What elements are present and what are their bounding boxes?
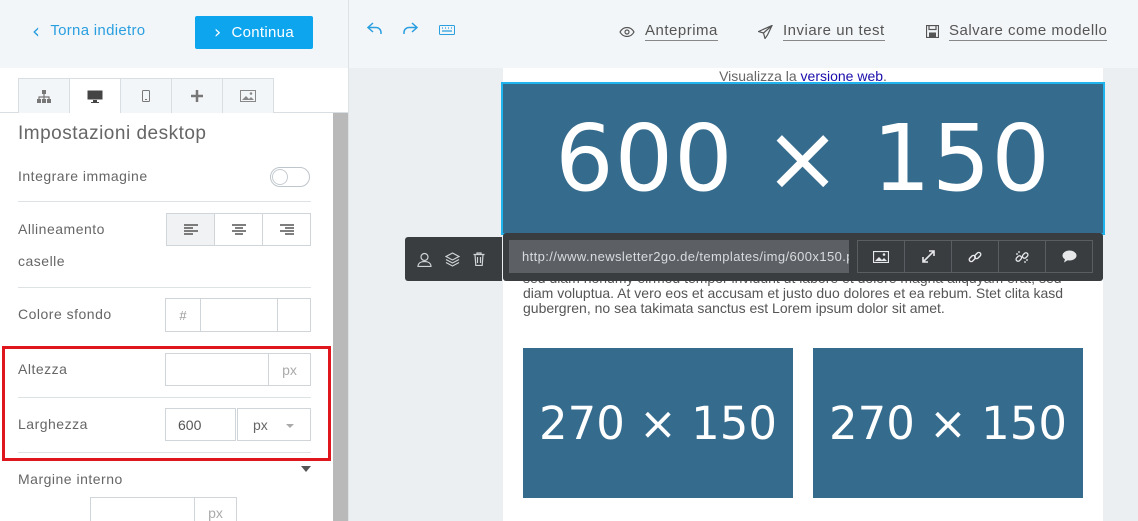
alignment-label: Allineamento (18, 221, 105, 237)
delete-button[interactable] (473, 252, 485, 266)
layers-button[interactable] (445, 251, 460, 267)
email-body: Visualizza la versione web. 600 × 150 se… (501, 68, 1105, 521)
alignment-label-second-line: caselle (18, 253, 66, 269)
resize-button[interactable] (904, 240, 952, 273)
plus-icon (191, 90, 203, 102)
preview-label: Anteprima (645, 22, 718, 41)
chevron-left-icon: ‹ (32, 18, 41, 43)
height-field-group: px (165, 353, 311, 386)
back-label: Torna indietro (50, 22, 146, 39)
padding-field-group: px (90, 497, 237, 521)
integrate-image-label: Integrare immagine (18, 168, 148, 184)
unlink-button[interactable] (998, 240, 1046, 273)
preview-button[interactable]: Anteprima (619, 22, 718, 41)
structure-icon (37, 89, 51, 103)
send-test-button[interactable]: Inviare un test (758, 22, 885, 41)
trash-icon (473, 252, 485, 266)
chevron-right-icon: › (214, 22, 222, 43)
width-unit-select[interactable]: px (237, 408, 311, 441)
width-label: Larghezza (18, 416, 88, 432)
alignment-button-group (166, 213, 311, 246)
image-url-field[interactable]: http://www.newsletter2go.de/templates/im… (509, 240, 849, 273)
mobile-icon (142, 90, 150, 102)
width-unit-value: px (253, 416, 268, 433)
panel-title: Impostazioni desktop (18, 123, 207, 144)
comment-icon (1062, 250, 1076, 263)
hash-prefix: # (166, 299, 201, 331)
continue-label: Continua (231, 24, 294, 41)
save-template-label: Salvare come modello (949, 22, 1108, 41)
divider (18, 397, 311, 398)
undo-button[interactable] (367, 22, 383, 35)
image-toolbar: http://www.newsletter2go.de/templates/im… (503, 233, 1103, 281)
bg-color-input[interactable] (201, 299, 278, 331)
desktop-settings-panel: Impostazioni desktop Integrare immagine … (0, 113, 333, 521)
width-input[interactable] (165, 408, 236, 441)
paper-plane-icon (758, 24, 773, 39)
floppy-disk-icon (926, 25, 939, 38)
settings-tabs (0, 68, 348, 114)
keyboard-icon (439, 25, 455, 35)
hero-image-placeholder[interactable]: 600 × 150 (501, 82, 1105, 235)
align-center-icon (231, 224, 246, 235)
bg-color-picker: # (165, 298, 311, 332)
integrate-image-toggle[interactable] (270, 167, 310, 187)
height-input[interactable] (166, 354, 269, 385)
link-button[interactable] (951, 240, 999, 273)
undo-icon (367, 22, 382, 34)
image-tool-buttons (857, 240, 1093, 273)
eye-icon (619, 26, 635, 37)
redo-icon (403, 22, 418, 34)
tab-add[interactable] (171, 78, 223, 113)
divider (18, 201, 311, 202)
color-swatch[interactable] (278, 299, 310, 331)
user-button[interactable] (417, 252, 432, 267)
chevron-down-icon (286, 424, 294, 428)
sidebar-header: ‹ Torna indietro › Continua (0, 0, 348, 68)
padding-input[interactable] (91, 498, 195, 521)
image-icon (240, 90, 256, 102)
bg-color-label: Colore sfondo (18, 306, 112, 322)
padding-label: Margine interno (18, 471, 123, 487)
align-right-icon (279, 224, 294, 235)
image-icon (873, 250, 889, 263)
resize-icon (921, 250, 935, 263)
change-image-button[interactable] (857, 240, 905, 273)
sidebar-scrollbar[interactable] (333, 113, 348, 521)
align-right-button[interactable] (263, 214, 310, 245)
link-icon (968, 251, 982, 262)
keyboard-shortcuts-button[interactable] (439, 25, 455, 35)
thumb-image-left[interactable]: 270 × 150 (523, 348, 793, 498)
editor-toolbar: Anteprima Inviare un test Salvare come m… (349, 0, 1138, 68)
layers-icon (445, 251, 460, 267)
align-center-button[interactable] (215, 214, 263, 245)
unlink-icon (1015, 250, 1029, 263)
align-left-icon (183, 224, 198, 235)
divider (18, 452, 311, 453)
comment-button[interactable] (1045, 240, 1093, 273)
settings-sidebar: ‹ Torna indietro › Continua Impostazioni… (0, 0, 349, 521)
padding-unit: px (208, 504, 223, 521)
height-label: Altezza (18, 361, 68, 377)
tab-desktop[interactable] (69, 78, 121, 114)
user-icon (417, 252, 432, 267)
tab-structure[interactable] (18, 78, 70, 113)
height-unit: px (282, 361, 297, 378)
block-tools (405, 237, 502, 281)
caret-down-icon[interactable] (301, 466, 311, 472)
align-left-button[interactable] (167, 214, 215, 245)
send-test-label: Inviare un test (783, 22, 885, 41)
tab-image[interactable] (222, 78, 274, 113)
save-template-button[interactable]: Salvare come modello (926, 22, 1108, 41)
back-button[interactable]: ‹ Torna indietro (32, 18, 146, 43)
continue-button[interactable]: › Continua (195, 16, 313, 49)
toggle-knob (272, 169, 288, 185)
redo-button[interactable] (402, 22, 418, 35)
email-canvas: Visualizza la versione web. 600 × 150 se… (349, 68, 1138, 521)
thumb-image-right[interactable]: 270 × 150 (813, 348, 1083, 498)
desktop-icon (87, 90, 103, 103)
tab-mobile[interactable] (120, 78, 172, 113)
divider (18, 287, 311, 288)
